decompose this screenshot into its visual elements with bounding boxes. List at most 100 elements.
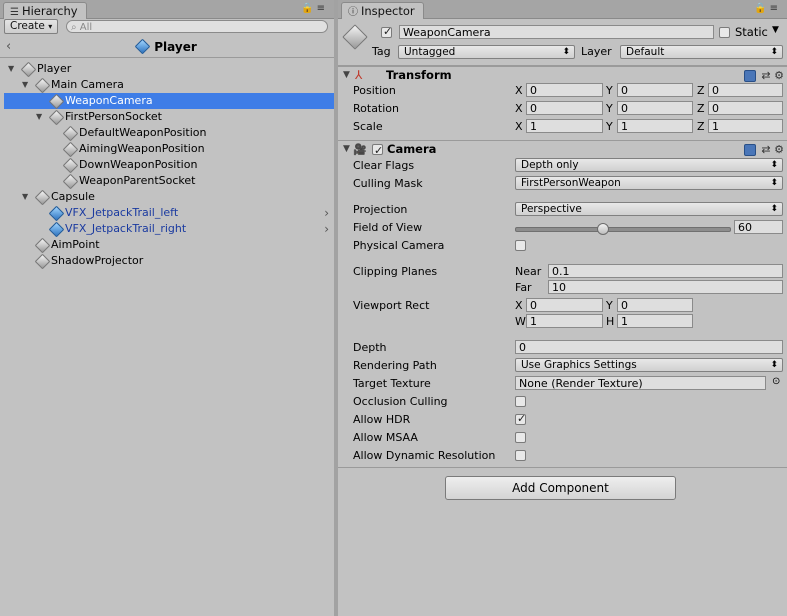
axis-x-label: X [515, 120, 523, 133]
tree-node-label: WeaponCamera [65, 94, 153, 107]
viewport-w-field[interactable]: 1 [526, 314, 603, 328]
position-y-field[interactable]: 0 [617, 83, 693, 97]
static-dropdown-icon[interactable]: ▼ [772, 25, 779, 35]
inspector-tab-bar: ⓘ Inspector 🔒≡ [338, 0, 787, 19]
tree-node-player[interactable]: ▼ Player [0, 61, 334, 78]
culling-mask-dropdown[interactable]: FirstPersonWeapon ⬍ [515, 176, 783, 190]
depth-field[interactable]: 0 [515, 340, 783, 354]
scale-y-field[interactable]: 1 [617, 119, 693, 133]
dropdown-arrows-icon: ⬍ [770, 360, 778, 370]
lock-icon[interactable]: 🔒 [301, 3, 316, 14]
gear-icon[interactable]: ⚙ [774, 69, 784, 82]
position-label: Position [353, 84, 396, 97]
static-checkbox[interactable] [719, 27, 730, 38]
projection-dropdown[interactable]: Perspective ⬍ [515, 202, 783, 216]
scale-x-field[interactable]: 1 [526, 119, 603, 133]
menu-icon[interactable]: ≡ [317, 3, 328, 14]
rendering-path-dropdown[interactable]: Use Graphics Settings ⬍ [515, 358, 783, 372]
chevron-right-icon[interactable]: › [324, 205, 329, 221]
viewport-x-field[interactable]: 0 [526, 298, 603, 312]
axis-x-label: X [515, 102, 523, 115]
chevron-down-icon: ▾ [48, 22, 53, 31]
tree-node-label: Player [37, 62, 72, 75]
allow-msaa-checkbox[interactable] [515, 432, 526, 443]
presets-icon[interactable]: ⇄ [761, 143, 770, 156]
rotation-x-field[interactable]: 0 [526, 101, 603, 115]
transform-component-header[interactable]: ▼ ⅄ Transform ⇄ ⚙ [338, 66, 787, 84]
axis-z-label: Z [697, 120, 705, 133]
help-icon[interactable] [744, 70, 757, 82]
camera-component-header[interactable]: ▼ 🎥 ✓ Camera ⇄ ⚙ [338, 140, 787, 158]
tree-node-default-weapon-position[interactable]: DefaultWeaponPosition [0, 125, 334, 142]
culling-mask-value: FirstPersonWeapon [521, 177, 621, 189]
lock-icon[interactable]: 🔒 [754, 3, 769, 14]
viewport-y-field[interactable]: 0 [617, 298, 693, 312]
layer-dropdown[interactable]: Default ⬍ [620, 45, 783, 59]
scale-z-field[interactable]: 1 [708, 119, 783, 133]
physical-camera-checkbox[interactable] [515, 240, 526, 251]
expand-arrow-icon[interactable]: ▼ [36, 109, 42, 125]
help-icon[interactable] [744, 144, 757, 156]
tree-node-weapon-parent-socket[interactable]: WeaponParentSocket [0, 173, 334, 190]
tree-node-label: AimingWeaponPosition [79, 142, 205, 155]
gear-icon[interactable]: ⚙ [774, 143, 784, 156]
gameobject-icon [62, 173, 79, 190]
dropdown-arrows-icon: ⬍ [770, 178, 778, 188]
hierarchy-search-input[interactable]: ⌕ All [66, 20, 328, 33]
back-icon[interactable]: ‹ [6, 37, 11, 57]
active-checkbox[interactable]: ✓ [381, 25, 392, 38]
viewport-h-field[interactable]: 1 [617, 314, 693, 328]
fov-field[interactable]: 60 [734, 220, 783, 234]
presets-icon[interactable]: ⇄ [761, 69, 770, 82]
tree-node-first-person-socket[interactable]: ▼ FirstPersonSocket [0, 109, 334, 126]
fov-slider-handle[interactable] [596, 223, 609, 235]
expand-arrow-icon[interactable]: ▼ [22, 189, 28, 205]
scene-header: ‹ Player [0, 37, 334, 58]
tree-node-weapon-camera[interactable]: WeaponCamera [4, 93, 334, 110]
expand-arrow-icon[interactable]: ▼ [8, 61, 14, 77]
inspector-tab[interactable]: ⓘ Inspector [341, 2, 424, 19]
expand-arrow-icon[interactable]: ▼ [22, 77, 28, 93]
far-field[interactable]: 10 [548, 280, 783, 294]
clear-flags-dropdown[interactable]: Depth only ⬍ [515, 158, 783, 172]
tree-node-shadow-projector[interactable]: ShadowProjector [0, 253, 334, 270]
object-name-field[interactable]: WeaponCamera [399, 25, 714, 39]
fov-slider[interactable] [515, 223, 731, 235]
tree-node-capsule[interactable]: ▼ Capsule [0, 189, 334, 206]
position-x-field[interactable]: 0 [526, 83, 603, 97]
tree-node-aim-point[interactable]: AimPoint [0, 237, 334, 254]
position-z-field[interactable]: 0 [708, 83, 783, 97]
target-texture-field[interactable]: None (Render Texture) [515, 376, 766, 390]
depth-label: Depth [353, 341, 387, 354]
fold-arrow-icon[interactable]: ▼ [343, 141, 350, 158]
create-button[interactable]: Create ▾ [4, 19, 59, 34]
rotation-z-field[interactable]: 0 [708, 101, 783, 115]
layer-label: Layer [581, 45, 612, 58]
menu-icon[interactable]: ≡ [770, 3, 781, 14]
near-field[interactable]: 0.1 [548, 264, 783, 278]
divider [338, 467, 787, 468]
tree-node-aiming-weapon-position[interactable]: AimingWeaponPosition [0, 141, 334, 158]
chevron-right-icon[interactable]: › [324, 221, 329, 237]
allow-dynamic-resolution-checkbox[interactable] [515, 450, 526, 461]
occlusion-culling-label: Occlusion Culling [353, 395, 448, 408]
camera-icon: 🎥 [353, 143, 367, 156]
camera-enabled-checkbox[interactable]: ✓ [372, 144, 383, 157]
tree-node-vfx-jetpack-right[interactable]: VFX_JetpackTrail_right › [0, 221, 334, 238]
tree-node-main-camera[interactable]: ▼ Main Camera [0, 77, 334, 94]
add-component-button[interactable]: Add Component [445, 476, 676, 500]
clear-flags-value: Depth only [521, 159, 579, 171]
allow-hdr-checkbox[interactable]: ✓ [515, 412, 526, 425]
transform-title: Transform [386, 68, 452, 82]
occlusion-culling-checkbox[interactable] [515, 396, 526, 407]
rotation-y-field[interactable]: 0 [617, 101, 693, 115]
tag-dropdown[interactable]: Untagged ⬍ [398, 45, 575, 59]
hierarchy-panel: ☰ Hierarchy 🔒≡ Create ▾ ⌕ All ‹ Player ▼ … [0, 0, 334, 616]
object-picker-icon[interactable]: ⊙ [772, 376, 780, 387]
hierarchy-tab[interactable]: ☰ Hierarchy [3, 2, 87, 19]
fold-arrow-icon[interactable]: ▼ [343, 67, 350, 84]
tag-value: Untagged [404, 46, 456, 58]
tree-node-vfx-jetpack-left[interactable]: VFX_JetpackTrail_left › [0, 205, 334, 222]
target-texture-label: Target Texture [353, 377, 431, 390]
tree-node-down-weapon-position[interactable]: DownWeaponPosition [0, 157, 334, 174]
